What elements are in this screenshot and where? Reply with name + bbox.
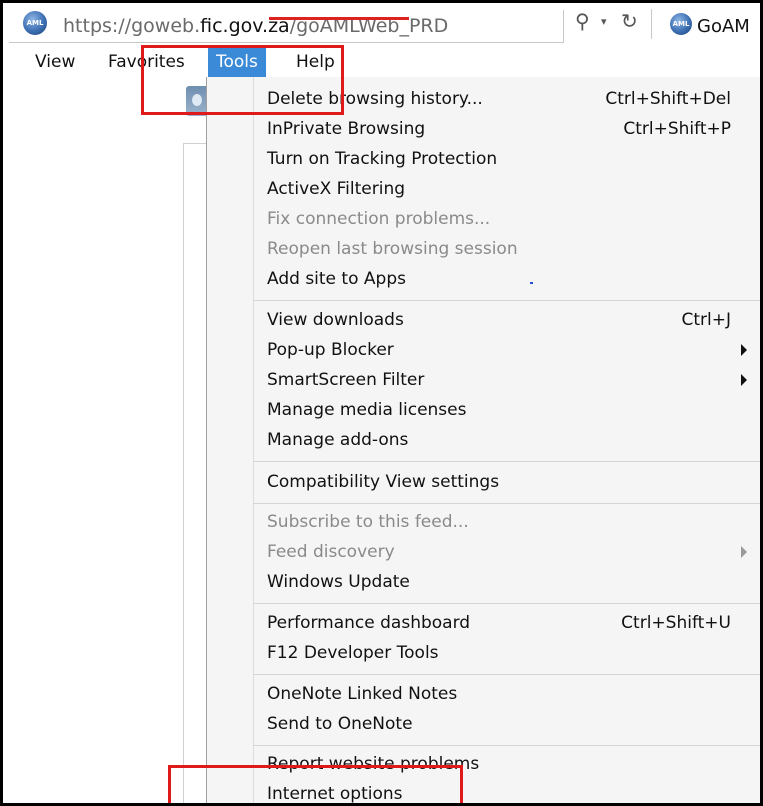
menu-item-send-to-onenote[interactable]: Send to OneNote bbox=[207, 710, 760, 740]
menu-item-onenote-linked-notes[interactable]: OneNote Linked Notes bbox=[207, 680, 760, 710]
menu-item-activex-filtering[interactable]: ActiveX Filtering bbox=[207, 175, 760, 205]
menu-item-label: Pop-up Blocker bbox=[267, 340, 394, 360]
menu-item-label: Performance dashboard bbox=[267, 613, 471, 633]
menu-item-view-downloads[interactable]: View downloads Ctrl+J bbox=[207, 306, 760, 336]
menu-separator bbox=[253, 461, 760, 462]
menu-item-add-site-to-apps[interactable]: Add site to Apps bbox=[207, 265, 760, 295]
menu-item-shortcut: Ctrl+Shift+Del bbox=[605, 89, 731, 109]
toolbar-divider bbox=[651, 9, 652, 39]
menu-item-smartscreen-filter[interactable]: SmartScreen Filter bbox=[207, 366, 760, 396]
menu-item-label: Internet options bbox=[267, 784, 403, 804]
menu-item-internet-options[interactable]: Internet options bbox=[207, 780, 760, 804]
menu-item-windows-update[interactable]: Windows Update bbox=[207, 568, 760, 598]
menu-item-tracking-protection[interactable]: Turn on Tracking Protection bbox=[207, 145, 760, 175]
menu-item-label: Report website problems bbox=[267, 754, 480, 774]
menu-item-compatibility-view[interactable]: Compatibility View settings bbox=[207, 468, 760, 498]
menu-item-inprivate-browsing[interactable]: InPrivate Browsing Ctrl+Shift+P bbox=[207, 115, 760, 145]
menu-item-label: Turn on Tracking Protection bbox=[267, 149, 498, 169]
menu-item-subscribe-feed: Subscribe to this feed... bbox=[207, 508, 760, 538]
menu-item-label: InPrivate Browsing bbox=[267, 119, 426, 139]
menu-item-label: ActiveX Filtering bbox=[267, 179, 406, 199]
submenu-arrow-icon bbox=[741, 374, 747, 386]
menu-view[interactable]: View bbox=[27, 47, 83, 77]
menu-item-popup-blocker[interactable]: Pop-up Blocker bbox=[207, 336, 760, 366]
tools-menu: Delete browsing history... Ctrl+Shift+De… bbox=[206, 77, 760, 804]
tab-title[interactable]: GoAM bbox=[697, 16, 750, 37]
menu-favorites[interactable]: Favorites bbox=[100, 47, 193, 77]
url-annotation-stroke bbox=[269, 17, 409, 20]
menu-item-manage-addons[interactable]: Manage add-ons bbox=[207, 426, 760, 456]
menu-item-report-website-problems[interactable]: Report website problems bbox=[207, 750, 760, 780]
site-favicon-icon: AML bbox=[23, 11, 47, 35]
menu-separator bbox=[253, 674, 760, 675]
menu-item-fix-connection: Fix connection problems... bbox=[207, 205, 760, 235]
menu-item-label: Manage add-ons bbox=[267, 430, 409, 450]
menu-item-shortcut: Ctrl+Shift+P bbox=[623, 119, 731, 139]
menu-item-label: Compatibility View settings bbox=[267, 472, 500, 492]
menu-item-label: SmartScreen Filter bbox=[267, 370, 425, 390]
menu-item-label: View downloads bbox=[267, 310, 404, 330]
menu-item-label: Reopen last browsing session bbox=[267, 239, 518, 259]
menu-item-label: Delete browsing history... bbox=[267, 89, 483, 109]
menu-item-manage-media-licenses[interactable]: Manage media licenses bbox=[207, 396, 760, 426]
address-bar: AML https://goweb.fic.gov.za/goAMLWeb_PR… bbox=[3, 3, 760, 47]
menu-separator bbox=[253, 503, 760, 504]
search-icon[interactable]: ⚲ bbox=[575, 9, 590, 33]
menu-item-label: Manage media licenses bbox=[267, 400, 467, 420]
submenu-arrow-icon bbox=[741, 344, 747, 356]
menu-item-label: Windows Update bbox=[267, 572, 410, 592]
menu-item-shortcut: Ctrl+J bbox=[681, 310, 731, 330]
menu-item-label: OneNote Linked Notes bbox=[267, 684, 458, 704]
menu-item-label: Add site to Apps bbox=[267, 269, 406, 289]
menu-item-f12-developer-tools[interactable]: F12 Developer Tools bbox=[207, 639, 760, 669]
menu-item-label: Fix connection problems... bbox=[267, 209, 491, 229]
chevron-down-icon[interactable]: ▾ bbox=[601, 15, 607, 28]
browser-window: AML https://goweb.fic.gov.za/goAMLWeb_PR… bbox=[0, 0, 763, 806]
menu-item-performance-dashboard[interactable]: Performance dashboard Ctrl+Shift+U bbox=[207, 609, 760, 639]
menu-item-label: Subscribe to this feed... bbox=[267, 512, 469, 532]
menu-tools[interactable]: Tools bbox=[208, 47, 266, 77]
menu-bar: View Favorites Tools Help bbox=[3, 47, 760, 77]
menu-item-feed-discovery: Feed discovery bbox=[207, 538, 760, 568]
menu-separator bbox=[253, 300, 760, 301]
menu-separator bbox=[253, 603, 760, 604]
stray-dot bbox=[530, 282, 533, 284]
menu-item-label: Feed discovery bbox=[267, 542, 395, 562]
refresh-icon[interactable]: ↻ bbox=[621, 9, 638, 33]
menu-item-label: F12 Developer Tools bbox=[267, 643, 439, 663]
menu-help[interactable]: Help bbox=[288, 47, 343, 77]
menu-item-delete-browsing-history[interactable]: Delete browsing history... Ctrl+Shift+De… bbox=[207, 85, 760, 115]
submenu-arrow-icon bbox=[741, 546, 747, 558]
menu-separator bbox=[253, 745, 760, 746]
menu-item-reopen-session: Reopen last browsing session bbox=[207, 235, 760, 265]
tab-favicon-icon: AML bbox=[670, 13, 692, 35]
page-logo-fragment bbox=[186, 86, 208, 116]
menu-item-label: Send to OneNote bbox=[267, 714, 413, 734]
menu-item-shortcut: Ctrl+Shift+U bbox=[621, 613, 731, 633]
url-prefix: https://goweb. bbox=[63, 15, 201, 37]
